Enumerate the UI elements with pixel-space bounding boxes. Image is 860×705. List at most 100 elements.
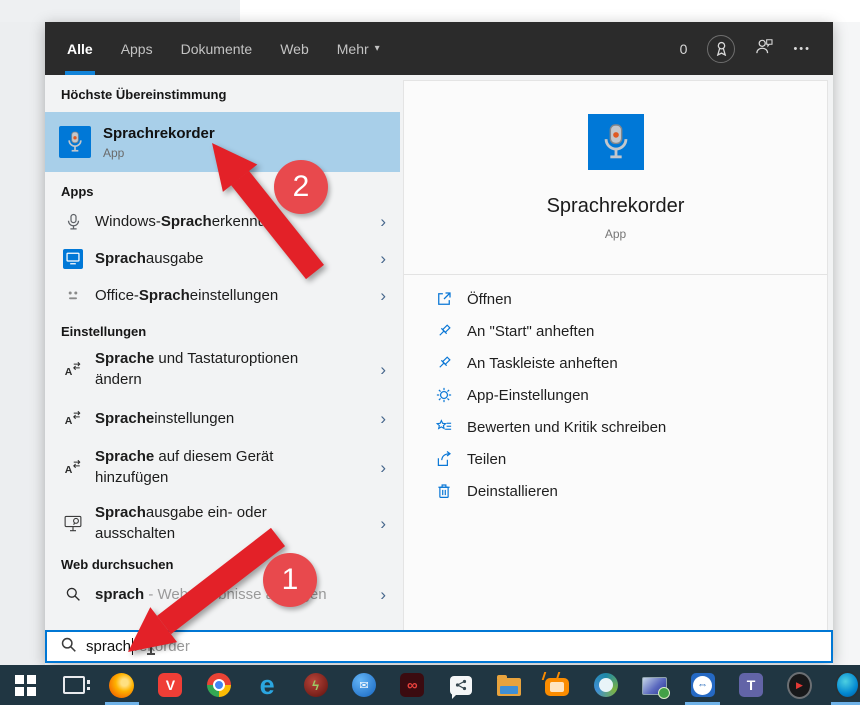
taskbar-edge[interactable]: e [243,665,291,705]
action-app-einstellungen[interactable]: App-Einstellungen [434,379,827,411]
taskbar-file-explorer[interactable] [485,665,533,705]
tv-icon [545,678,569,696]
taskbar-firefox[interactable] [98,665,146,705]
tab-label: Dokumente [181,41,253,57]
result-label: Sprache und Tastaturoptionen ändern [95,348,343,390]
taskbar-adobe-creative-cloud[interactable]: ∞ [388,665,436,705]
vivaldi-icon: V [158,673,182,697]
edge-icon: e [260,673,275,698]
taskbar-tv-app[interactable] [533,665,581,705]
result-sprache-tastaturoptionen[interactable]: A Sprache und Tastaturoptionen ändern › [45,341,400,397]
icon-glyph: ϟ [312,678,319,693]
action-label: App-Einstellungen [467,387,589,404]
mouse-ibeam-cursor [150,639,152,654]
voice-recorder-app-icon-large [588,114,644,170]
taskbar-vivaldi[interactable]: V [146,665,194,705]
result-sprachausgabe[interactable]: Sprachausgabe › [45,240,400,277]
action-label: Deinstallieren [467,483,558,500]
result-spracheinstellungen[interactable]: A Spracheinstellungen › [45,397,400,439]
result-sprache-hinzufuegen[interactable]: A Sprache auf diesem Gerät hinzufügen › [45,439,400,495]
section-header-einstellungen: Einstellungen [45,324,400,339]
adobe-cc-icon: ∞ [400,673,424,697]
voice-recorder-app-icon [59,126,91,158]
context-actions: Öffnen An "Start" anheften An Taskleiste… [404,275,827,507]
svg-text:A: A [65,464,73,476]
result-sprachausgabe-umschalten[interactable]: Sprachausgabe ein- oder ausschalten › [45,495,400,551]
tab-label: Mehr [337,41,369,57]
action-label: An "Start" anheften [467,323,594,340]
taskbar-winamp[interactable]: ϟ [291,665,339,705]
taskbar-webex[interactable] [824,665,860,705]
anyconnect-globe-icon [594,673,618,697]
taskbar-teamviewer[interactable]: ⇔ [678,665,726,705]
result-office-spracheinstellungen[interactable]: Office-Spracheinstellungen › [45,277,400,314]
taskbar-cisco-anyconnect[interactable] [582,665,630,705]
teams-icon: T [739,673,763,697]
action-deinstallieren[interactable]: Deinstallieren [434,475,827,507]
taskbar-media-player[interactable]: ▶ [775,665,823,705]
narrator-toggle-icon [61,515,85,532]
taskbar-thunderbird[interactable]: ✉ [340,665,388,705]
chevron-right-icon: › [374,213,386,230]
icon-glyph: ⇔ [693,676,712,695]
taskbar-chrome[interactable] [195,665,243,705]
search-results-list: Höchste Übereinstimmung Sprachrekorder A… [45,75,400,630]
action-bewerten[interactable]: Bewerten und Kritik schreiben [434,411,827,443]
section-header-apps: Apps [45,184,400,199]
pin-icon [434,322,454,340]
tab-label: Web [280,41,309,57]
svg-text:A: A [65,415,73,427]
result-label: Spracheinstellungen [95,408,343,429]
taskbar-chat-share-app[interactable] [437,665,485,705]
action-teilen[interactable]: Teilen [434,443,827,475]
desktop-background-left [0,22,45,665]
action-label: Teilen [467,451,506,468]
icon-glyph: T [747,677,756,693]
language-settings-icon: A [61,458,85,476]
result-label: Sprache auf diesem Gerät hinzufügen [95,446,343,488]
rewards-medal-icon[interactable] [707,35,735,63]
taskbar-task-view-button[interactable] [49,665,97,705]
tab-mehr[interactable]: Mehr ▾ [337,22,380,75]
icon-glyph: ✉ [359,679,368,692]
taskbar-remote-desktop[interactable] [630,665,678,705]
result-label: Sprachausgabe [95,248,343,269]
label-post: ausgabe [146,250,204,267]
trash-icon [434,482,454,500]
tab-apps[interactable]: Apps [121,22,153,75]
tab-web[interactable]: Web [280,22,309,75]
icon-glyph: ∞ [407,677,418,694]
result-web-search[interactable]: sprach - Webergebnisse anzeigen › [45,574,400,614]
annotation-badge-2: 2 [274,160,328,214]
action-label: Bewerten und Kritik schreiben [467,419,666,436]
more-options-icon[interactable]: ••• [793,43,811,55]
search-input-value: sprach [86,638,131,655]
label-match: Sprache [95,350,154,367]
action-oeffnen[interactable]: Öffnen [434,283,827,315]
taskbar-microsoft-teams[interactable]: T [727,665,775,705]
language-settings-icon: A [61,409,85,427]
label-post: einstellungen [190,287,278,304]
annotation-badge-1: 1 [263,553,317,607]
microphone-icon [61,213,85,231]
action-an-start-anheften[interactable]: An "Start" anheften [434,315,827,347]
result-label: Office-Spracheinstellungen [95,285,343,306]
gear-icon [434,386,454,404]
search-input[interactable]: sprach rekorder [45,630,833,663]
chevron-right-icon: › [374,515,386,532]
chevron-right-icon: › [374,287,386,304]
label-match: Sprach [139,287,190,304]
account-feedback-icon[interactable] [755,38,773,59]
preview-pane: Sprachrekorder App Öffnen An "Start" anh… [400,75,833,630]
tab-dokumente[interactable]: Dokumente [181,22,253,75]
result-windows-spracherkennung[interactable]: Windows-Spracherkennung › [45,203,400,240]
search-icon [60,636,77,657]
result-sprachrekorder-best-match[interactable]: Sprachrekorder App [45,112,400,172]
folder-icon [497,678,521,696]
taskbar-start-button[interactable] [1,665,49,705]
label-post: erkennung [212,213,283,230]
action-an-taskleiste-anheften[interactable]: An Taskleiste anheften [434,347,827,379]
chevron-right-icon: › [374,586,386,603]
chevron-down-icon: ▾ [375,43,380,54]
tab-alle[interactable]: Alle [67,22,93,75]
